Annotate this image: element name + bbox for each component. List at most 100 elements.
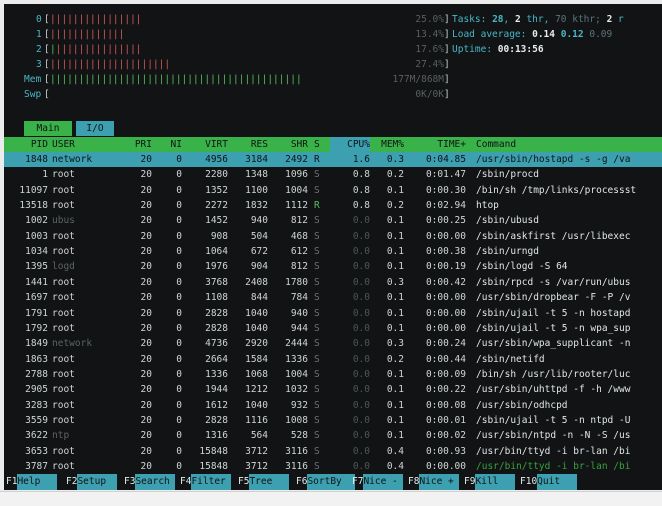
column-mem[interactable]: MEM% bbox=[370, 137, 404, 152]
cell-state: S bbox=[314, 307, 320, 319]
fkey-f2[interactable]: F2Setup bbox=[66, 474, 118, 490]
process-row[interactable]: 3653 root 20 0 15848 3712 3116 S 0.0 0.4 0:00.93/u… bbox=[4, 444, 662, 459]
column-user[interactable]: USER bbox=[52, 137, 75, 152]
column-ni[interactable]: NI bbox=[164, 137, 182, 152]
fkey-f6[interactable]: F6SortBy bbox=[296, 474, 356, 490]
cell-pri: 20 bbox=[140, 184, 152, 196]
fkey-label: Tree bbox=[249, 474, 290, 490]
cell-res: 504 bbox=[250, 230, 268, 242]
cell-state: S bbox=[314, 368, 320, 380]
column-state[interactable]: S bbox=[314, 137, 320, 152]
fkey-f8[interactable]: F8Nice + bbox=[408, 474, 460, 490]
fkey-f3[interactable]: F3Search bbox=[124, 474, 176, 490]
process-row[interactable]: 1848 network 20 0 4956 3184 2492 R 1.6 0.3 0:04.85… bbox=[4, 152, 662, 167]
cell-mem: 0.2 bbox=[386, 200, 404, 212]
process-row[interactable]: 1441 root 20 0 3768 2408 1780 S 0.0 0.3 0:00.42/sb… bbox=[4, 275, 662, 290]
cell-ni: 0 bbox=[176, 430, 182, 442]
process-row[interactable]: 1792 root 20 0 2828 1040 944 S 0.0 0.1 0:00.00/sbi… bbox=[4, 321, 662, 336]
cell-cpu: 0.0 bbox=[352, 292, 370, 304]
cell-cpu: 0.0 bbox=[352, 322, 370, 334]
cell-mem: 0.1 bbox=[386, 430, 404, 442]
fkey-f4[interactable]: F4Filter bbox=[180, 474, 232, 490]
cpu-meter-bars: |||||||||||||||| bbox=[50, 14, 142, 25]
process-row[interactable]: 1791 root 20 0 2828 1040 940 S 0.0 0.1 0:00.00/sbi… bbox=[4, 306, 662, 321]
process-row[interactable]: 1002 ubus 20 0 1452 940 812 S 0.0 0.1 0:00.25/sbin… bbox=[4, 213, 662, 228]
column-command[interactable]: Command bbox=[476, 137, 516, 152]
cell-time: 0:00.00 bbox=[425, 292, 466, 304]
function-key-bar: F1Help F2Setup F3Search F4Filter F5Tree F6Sor… bbox=[4, 474, 662, 490]
process-row[interactable]: 1 root 20 0 2280 1348 1096 S 0.8 0.2 0:01.47/sbin/… bbox=[4, 167, 662, 182]
cell-res: 3712 bbox=[245, 445, 268, 457]
process-row[interactable]: 1863 root 20 0 2664 1584 1336 S 0.0 0.2 0:00.44/sb… bbox=[4, 352, 662, 367]
column-res[interactable]: RES bbox=[232, 137, 268, 152]
cell-cpu: 1.6 bbox=[352, 154, 370, 165]
cell-res: 1348 bbox=[245, 169, 268, 181]
process-row[interactable]: 1003 root 20 0 908 504 468 S 0.0 0.1 0:00.00/sbin/… bbox=[4, 229, 662, 244]
process-row[interactable]: 3787 root 20 0 15848 3712 3116 S 0.0 0.4 0:00.00/u… bbox=[4, 459, 662, 474]
process-row[interactable]: 3283 root 20 0 1612 1040 932 S 0.0 0.1 0:00.08/usr… bbox=[4, 398, 662, 413]
cell-res: 1100 bbox=[245, 184, 268, 196]
cell-cpu: 0.0 bbox=[352, 338, 370, 350]
cell-time: 0:01.47 bbox=[425, 169, 466, 181]
fkey-f10[interactable]: F10Quit bbox=[520, 474, 578, 490]
column-virt[interactable]: VIRT bbox=[188, 137, 228, 152]
process-row[interactable]: 11097 root 20 0 1352 1100 1004 S 0.8 0.1 0:00.30/b… bbox=[4, 183, 662, 198]
process-table-header: PID USER PRI NI VIRT RES SHR S CPU% MEM%… bbox=[4, 137, 662, 152]
process-row[interactable]: 13518 root 20 0 2272 1832 1112 R 0.8 0.2 0:02.94 ht… bbox=[4, 198, 662, 213]
column-cpu[interactable]: CPU% bbox=[330, 137, 370, 152]
cell-pri: 20 bbox=[140, 261, 152, 273]
cell-pid: 3622 bbox=[25, 430, 48, 442]
cell-pid: 3559 bbox=[25, 414, 48, 426]
app-window: 0 [ |||||||||||||||| 25.0% ] 1 [ |||||||… bbox=[0, 0, 662, 506]
cell-virt: 1452 bbox=[205, 215, 228, 227]
tab-main[interactable]: Main bbox=[24, 121, 72, 136]
cpu-meter-value: 17.6% bbox=[415, 44, 444, 55]
process-row[interactable]: 1395 logd 20 0 1976 904 812 S 0.0 0.1 0:00.19/sbin… bbox=[4, 259, 662, 274]
cell-pri: 20 bbox=[140, 169, 152, 181]
column-pid[interactable]: PID bbox=[4, 137, 48, 152]
cell-res: 1584 bbox=[245, 353, 268, 365]
cell-shr: 1096 bbox=[285, 169, 308, 181]
cell-user: root bbox=[52, 230, 75, 242]
cell-time: 0:00.44 bbox=[425, 353, 466, 365]
terminal-htop[interactable]: 0 [ |||||||||||||||| 25.0% ] 1 [ |||||||… bbox=[4, 4, 662, 490]
process-row[interactable]: 2905 root 20 0 1944 1212 1032 S 0.0 0.1 0:00.22/us… bbox=[4, 382, 662, 397]
fkey-f7[interactable]: F7Nice - bbox=[352, 474, 404, 490]
fkey-f9[interactable]: F9Kill bbox=[464, 474, 516, 490]
process-row[interactable]: 1034 root 20 0 1064 672 612 S 0.0 0.1 0:00.38/sbin… bbox=[4, 244, 662, 259]
column-time[interactable]: TIME+ bbox=[414, 137, 466, 152]
cell-ni: 0 bbox=[176, 292, 182, 304]
column-pri[interactable]: PRI bbox=[128, 137, 152, 152]
process-row[interactable]: 1697 root 20 0 1108 844 784 S 0.0 0.1 0:00.00/usr/… bbox=[4, 290, 662, 305]
cell-shr: 468 bbox=[290, 230, 308, 242]
fkey-key: F2 bbox=[66, 476, 78, 487]
cell-ni: 0 bbox=[176, 445, 182, 457]
process-row[interactable]: 3559 root 20 0 2828 1116 1008 S 0.0 0.1 0:00.01/sb… bbox=[4, 413, 662, 428]
fkey-label: Help bbox=[17, 474, 58, 490]
cell-res: 1040 bbox=[245, 307, 268, 319]
column-shr[interactable]: SHR bbox=[272, 137, 308, 152]
cell-res: 1040 bbox=[245, 322, 268, 334]
cell-command: /sbin/procd bbox=[476, 169, 539, 181]
cell-ni: 0 bbox=[176, 368, 182, 380]
cell-pid: 1849 bbox=[25, 338, 48, 350]
cell-shr: 528 bbox=[290, 430, 308, 442]
cell-state: S bbox=[314, 276, 320, 288]
cell-time: 0:00.19 bbox=[425, 261, 466, 273]
cell-command: /sbin/ubusd bbox=[476, 215, 539, 227]
window-bottom-edge bbox=[0, 491, 662, 506]
process-row[interactable]: 1849 network 20 0 4736 2920 2444 S 0.0 0.3 0:00.24… bbox=[4, 336, 662, 351]
process-row[interactable]: 3622 ntp 20 0 1316 564 528 S 0.0 0.1 0:00.02/usr/s… bbox=[4, 428, 662, 443]
cell-ni: 0 bbox=[176, 230, 182, 242]
process-row[interactable]: 2788 root 20 0 1336 1068 1004 S 0.0 0.1 0:00.09/bi… bbox=[4, 367, 662, 382]
cell-command: /sbin/netifd bbox=[476, 353, 545, 365]
fkey-label: Nice - bbox=[363, 474, 404, 490]
cell-cpu: 0.0 bbox=[352, 461, 370, 472]
tab-io[interactable]: I/O bbox=[76, 121, 114, 136]
cell-command: /sbin/ujail -t 5 -n ntpd -U bbox=[476, 414, 631, 426]
fkey-label: Quit bbox=[537, 474, 578, 490]
fkey-f1[interactable]: F1Help bbox=[6, 474, 58, 490]
cell-cpu: 0.0 bbox=[352, 307, 370, 319]
cell-time: 0:04.85 bbox=[425, 154, 466, 165]
fkey-f5[interactable]: F5Tree bbox=[238, 474, 290, 490]
